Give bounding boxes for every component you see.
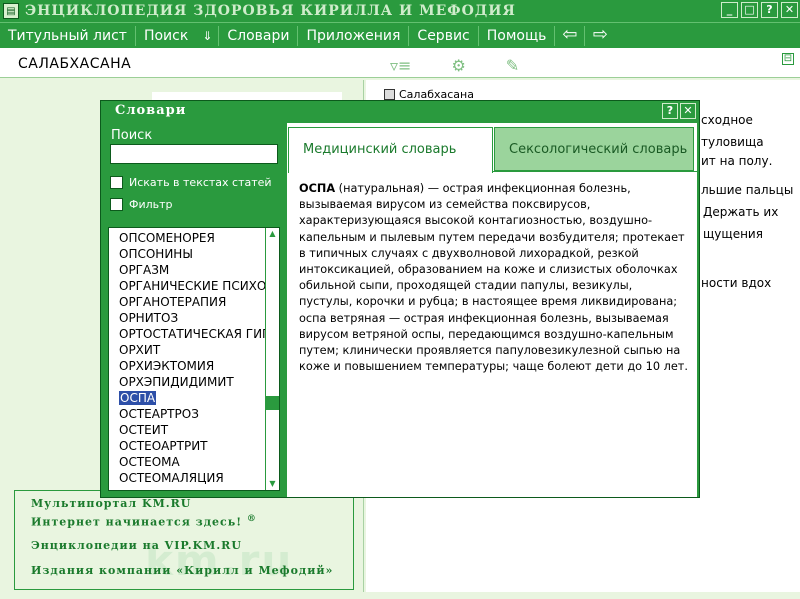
promo-slogan-text: Интернет начинается здесь! — [31, 515, 243, 529]
list-item[interactable]: ОСТЕОАРТРИТ — [109, 438, 265, 454]
list-item[interactable]: ОРХЭПИДИДИМИТ — [109, 374, 265, 390]
promo-link-vip[interactable]: Энциклопедии на VIP.KM.RU — [31, 539, 353, 556]
word-list-scrollbar[interactable]: ▲ ▼ — [265, 228, 279, 490]
list-item[interactable]: ОРНИТОЗ — [109, 310, 265, 326]
filter-option[interactable]: Фильтр — [110, 198, 173, 211]
menu-bar: Титульный лист Поиск ⇓ Словари Приложени… — [0, 22, 800, 48]
promo-link-km-company[interactable]: Издания компании «Кирилл и Мефодий» — [31, 564, 353, 581]
article-text-fragment: сходное — [701, 113, 753, 127]
window-titlebar: ▤ ЭНЦИКЛОПЕДИЯ ЗДОРОВЬЯ КИРИЛЛА И МЕФОДИ… — [0, 0, 800, 22]
word-list[interactable]: ОПСОМЕНОРЕЯ ОПСОНИНЫ ОРГАЗМ ОРГАНИЧЕСКИЕ… — [109, 228, 265, 490]
dialog-controls: ? ✕ — [662, 103, 696, 119]
back-arrow-icon[interactable]: ⇦ — [555, 25, 586, 46]
list-item[interactable]: ОСТЕИТ — [109, 422, 265, 438]
definition-paragraph: (натуральная) — острая инфекционная боле… — [299, 182, 685, 309]
list-item[interactable]: ОРГАНОТЕРАПИЯ — [109, 294, 265, 310]
filter-label: Фильтр — [129, 198, 173, 211]
definition-paragraph: оспа ветряная — острая инфекционная боле… — [299, 311, 688, 374]
definition-panel: Медицинский словарь Сексологический слов… — [287, 123, 697, 497]
list-item[interactable]: ОСТЕОМА — [109, 454, 265, 470]
scroll-up-icon[interactable]: ▲ — [266, 228, 279, 240]
scroll-down-icon[interactable]: ▼ — [266, 478, 279, 490]
registered-mark: ® — [246, 514, 257, 524]
minimize-button[interactable]: _ — [721, 2, 738, 18]
dialog-help-button[interactable]: ? — [662, 103, 678, 119]
maximize-button[interactable]: □ — [741, 2, 758, 18]
close-button[interactable]: ✕ — [781, 2, 798, 18]
dialog-close-button[interactable]: ✕ — [680, 103, 696, 119]
article-text-fragment: щущения — [703, 227, 763, 241]
article-text-fragment: льшие пальцы — [701, 183, 794, 197]
window-controls: _ □ ? ✕ — [721, 2, 798, 18]
illustration-icon[interactable]: ⚙ — [451, 56, 465, 75]
fulltext-label: Искать в текстах статей — [129, 176, 272, 189]
fulltext-option[interactable]: Искать в текстах статей — [110, 176, 272, 189]
window-title: ЭНЦИКЛОПЕДИЯ ЗДОРОВЬЯ КИРИЛЛА И МЕФОДИЯ — [25, 3, 516, 19]
menu-dictionaries[interactable]: Словари — [219, 25, 299, 46]
text-view-icon[interactable]: ▿≡ — [390, 56, 411, 75]
article-text-fragment: ит на полу. — [701, 154, 773, 168]
dialog-title: Словари — [115, 103, 187, 118]
menu-help[interactable]: Помощь — [479, 25, 556, 46]
list-item[interactable]: ОРГАЗМ — [109, 262, 265, 278]
dialog-titlebar: Словари ? ✕ — [101, 101, 699, 121]
app-icon: ▤ — [3, 3, 19, 19]
list-item[interactable]: ОСТЕОМАЛЯЦИЯ — [109, 470, 265, 486]
tab-sexology-dictionary[interactable]: Сексологический словарь — [494, 127, 694, 171]
tab-medical-dictionary[interactable]: Медицинский словарь — [288, 127, 493, 173]
menu-search[interactable]: Поиск — [136, 26, 196, 46]
menu-title-page[interactable]: Титульный лист — [0, 25, 136, 46]
notes-icon[interactable]: ✎ — [506, 56, 519, 75]
list-item[interactable]: ОРТОСТАТИЧЕСКАЯ ГИПО — [109, 326, 265, 342]
list-item[interactable]: ОСТЕАРТРОЗ — [109, 406, 265, 422]
article-text-fragment: туловища — [701, 135, 764, 149]
scroll-thumb[interactable] — [266, 396, 279, 410]
filter-checkbox[interactable] — [110, 198, 123, 211]
word-list-box: ОПСОМЕНОРЕЯ ОПСОНИНЫ ОРГАЗМ ОРГАНИЧЕСКИЕ… — [108, 227, 280, 491]
forward-arrow-icon[interactable]: ⇨ — [585, 25, 615, 46]
collapse-icon[interactable]: ⊟ — [782, 53, 794, 65]
search-dropdown-arrow-icon[interactable]: ⇓ — [196, 25, 220, 46]
list-item[interactable]: ОРХИТ — [109, 342, 265, 358]
definition-text: ОСПА (натуральная) — острая инфекционная… — [299, 181, 689, 375]
article-text-fragment: ности вдох — [701, 276, 772, 290]
menu-appendices[interactable]: Приложения — [298, 25, 410, 46]
menu-service[interactable]: Сервис — [409, 25, 479, 46]
tab-divider — [493, 171, 697, 172]
article-title: САЛАБХАСАНА — [18, 56, 132, 72]
search-label: Поиск — [111, 128, 153, 143]
promo-slogan: Интернет начинается здесь! ® — [31, 514, 353, 531]
list-item-selected[interactable]: ОСПА — [109, 390, 265, 406]
article-text-fragment: Держать их — [703, 205, 779, 219]
definition-term: ОСПА — [299, 182, 336, 195]
document-icon — [384, 89, 395, 100]
header-toolbar: ▿≡ ⚙ ✎ — [390, 56, 519, 75]
promo-link-kmru[interactable]: Мультипортал KM.RU — [31, 497, 353, 514]
help-button[interactable]: ? — [761, 2, 778, 18]
list-item[interactable]: ОПСОНИНЫ — [109, 246, 265, 262]
list-item[interactable]: ОРХИЭКТОМИЯ — [109, 358, 265, 374]
dictionaries-dialog: Словари ? ✕ Поиск Искать в текстах стате… — [100, 100, 700, 498]
promo-box: km.ru Мультипортал KM.RU Интернет начина… — [14, 490, 354, 590]
list-item[interactable]: ОПСОМЕНОРЕЯ — [109, 230, 265, 246]
list-item[interactable]: ОРГАНИЧЕСКИЕ ПСИХОЗЫ — [109, 278, 265, 294]
search-input[interactable] — [110, 144, 278, 164]
fulltext-checkbox[interactable] — [110, 176, 123, 189]
